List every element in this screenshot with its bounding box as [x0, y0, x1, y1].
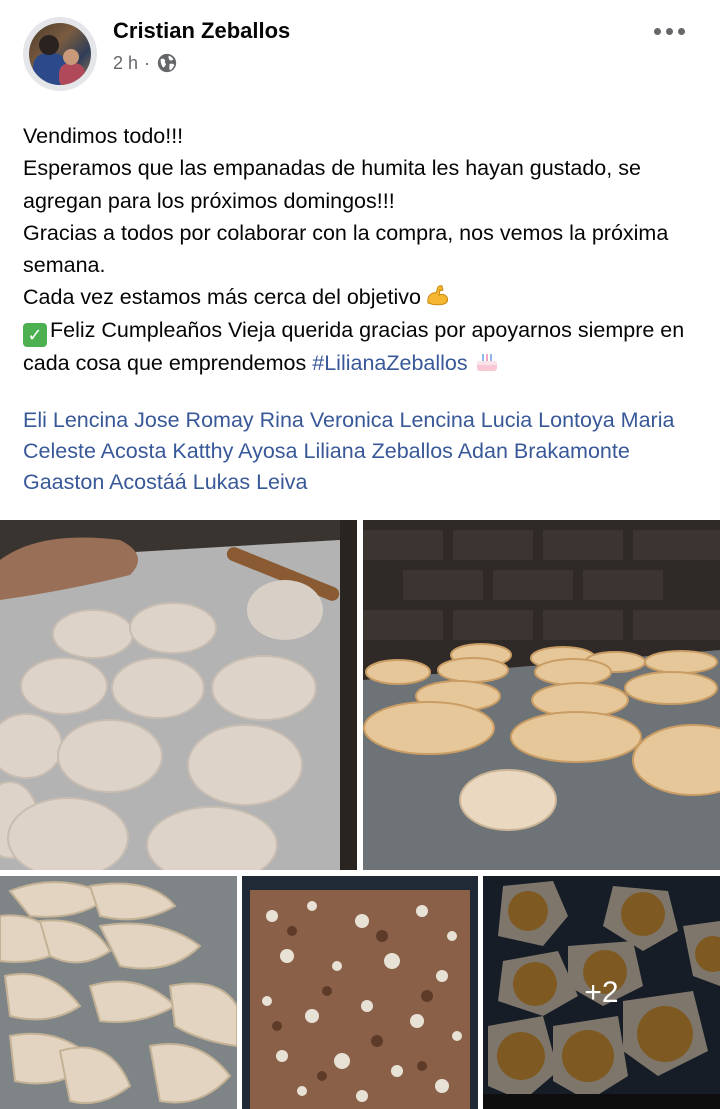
tag-link[interactable]: Liliana Zeballos [304, 439, 453, 463]
tag-link[interactable]: Gaaston Acostáá [23, 470, 187, 494]
more-photos-count[interactable]: +2 [483, 876, 720, 1109]
post-header: Cristian Zeballos 2 h · [0, 0, 720, 100]
post-line-objective: Cada vez estamos más cerca del objetivo [23, 281, 703, 313]
post-line-birthday: ✓ Feliz Cumpleaños Vieja querida gracias … [23, 314, 703, 379]
photo-humita-more[interactable]: +2 [483, 876, 720, 1109]
tag-link[interactable]: Jose Romay [134, 408, 254, 432]
tag-link[interactable]: Katthy Ayosa [172, 439, 297, 463]
tag-link[interactable]: Eli Lencina [23, 408, 128, 432]
tagged-people: Eli Lencina Jose Romay Rina Veronica Len… [23, 405, 703, 498]
more-options-icon[interactable] [654, 28, 688, 38]
avatar[interactable] [23, 17, 97, 91]
photo-dough-rounds[interactable] [0, 520, 357, 870]
author-name[interactable]: Cristian Zeballos [113, 18, 290, 44]
photo-oven-bread[interactable] [363, 520, 720, 870]
birthday-cake-emoji [476, 353, 497, 371]
post-line: Cada vez estamos más cerca del objetivo [23, 285, 421, 310]
tag-link[interactable]: Adan Brakamonte [458, 439, 630, 463]
post-line: Gracias a todos por colaborar con la com… [23, 220, 669, 278]
check-mark-emoji: ✓ [23, 322, 47, 347]
tag-link[interactable]: Lukas Leiva [193, 470, 308, 494]
photo-filling[interactable] [242, 876, 478, 1109]
tag-link[interactable]: Rina Veronica Lencina [260, 408, 475, 432]
post-time[interactable]: 2 h [113, 53, 138, 74]
tag-link[interactable]: Lucia Lontoya [481, 408, 615, 432]
photo-empanadas[interactable] [0, 876, 237, 1109]
post-line: Vendimos todo!!! [23, 124, 184, 148]
flexed-biceps-emoji [427, 285, 449, 306]
hashtag-link[interactable]: #LilianaZeballos [312, 351, 467, 375]
avatar-image [29, 23, 91, 85]
post-line: Esperamos que las empanadas de humita le… [23, 156, 641, 213]
meta-separator: · [144, 52, 151, 73]
post-text: Vendimos todo!!! Esperamos que las empan… [23, 120, 703, 379]
post-meta: 2 h · [113, 52, 178, 74]
globe-icon [157, 53, 177, 73]
